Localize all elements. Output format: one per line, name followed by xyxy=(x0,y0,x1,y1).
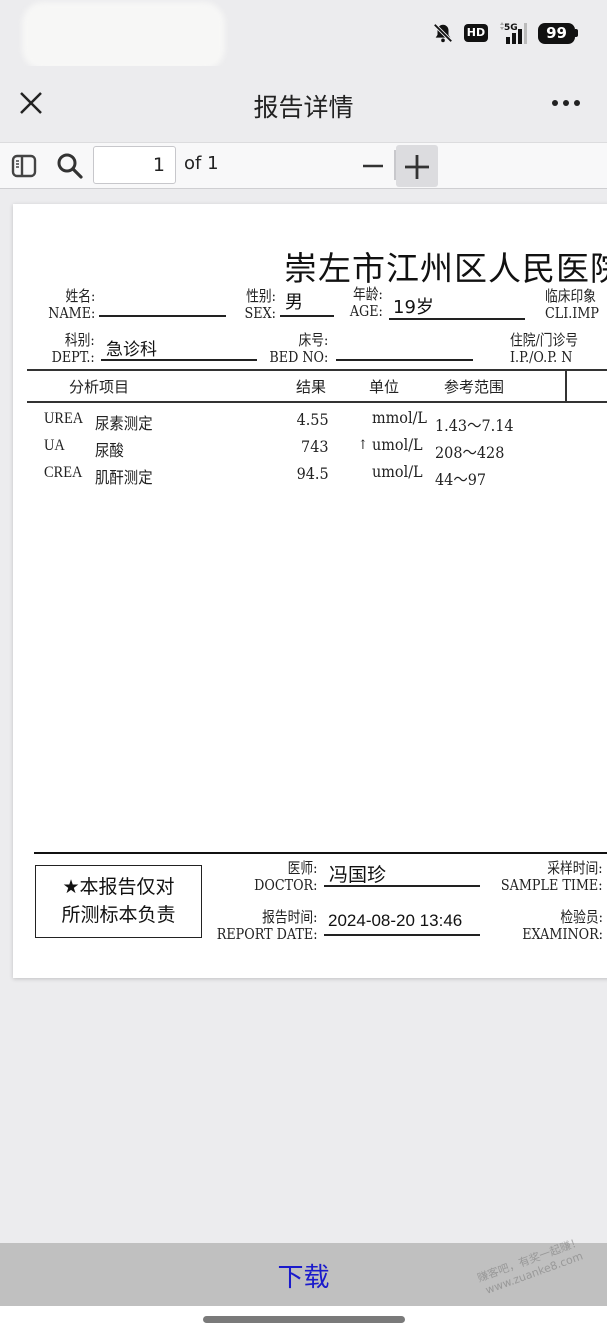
row-result: 4.55 xyxy=(296,410,329,429)
download-bar: 下载 赚客吧，有奖一起赚！ www.zuanke8.com xyxy=(0,1235,607,1306)
sex-underline xyxy=(280,315,334,317)
ipop-label-cn: 住院/门诊号 xyxy=(510,331,579,349)
ipop-label-en: I.P./O.P. N xyxy=(510,348,573,366)
row-name: 尿素测定 xyxy=(95,414,153,433)
age-value: 19岁 xyxy=(393,297,434,318)
name-label-cn: 姓名: xyxy=(65,287,95,305)
name-label: 姓名: NAME: xyxy=(48,288,95,322)
clinical-impression-label: 临床印象 CLI.IMP xyxy=(545,288,599,322)
column-header-unit: 单位 xyxy=(369,378,400,396)
dept-underline xyxy=(101,359,257,361)
bed-label-en: BED NO: xyxy=(269,348,328,366)
home-bar-area xyxy=(0,1306,607,1334)
dept-value: 急诊科 xyxy=(106,340,157,360)
clinical-label-cn: 临床印象 xyxy=(545,287,597,305)
table-header-rule xyxy=(27,401,607,403)
ipop-label: 住院/门诊号 I.P./O.P. N xyxy=(510,332,578,366)
sex-label-en: SEX: xyxy=(244,304,276,322)
report-date-label: 报告时间: REPORT DATE: xyxy=(216,909,317,943)
row-code: UA xyxy=(44,437,65,454)
examiner-label-en: EXAMINOR: xyxy=(522,925,603,943)
doctor-underline xyxy=(324,885,480,887)
age-label-cn: 年龄: xyxy=(353,285,383,303)
row-result: 94.5 xyxy=(296,464,329,483)
row-name: 尿酸 xyxy=(95,441,124,460)
sample-time-label: 采样时间: SAMPLE TIME: xyxy=(501,860,603,894)
hd-icon: HD xyxy=(463,24,489,42)
report-date-underline xyxy=(324,934,480,936)
row-reference: 44～97 xyxy=(435,470,487,489)
row-reference: 1.43～7.14 xyxy=(435,416,514,435)
name-label-en: NAME: xyxy=(47,304,95,322)
age-underline xyxy=(389,318,525,320)
sex-label: 性别: SEX: xyxy=(245,288,276,322)
doctor-label-cn: 医师: xyxy=(287,859,317,877)
battery-icon: 99 xyxy=(538,22,578,44)
disclaimer-box: ★本报告仅对 所测标本负责 xyxy=(35,865,202,938)
page-title: 报告详情 xyxy=(253,93,354,122)
column-header-reference: 参考范围 xyxy=(444,378,505,396)
report-date-label-cn: 报告时间: xyxy=(261,908,317,926)
more-icon[interactable] xyxy=(549,90,583,116)
age-label-en: AGE: xyxy=(349,302,383,320)
row-unit: mmol/L xyxy=(372,408,427,427)
examiner-label: 检验员: EXAMINOR: xyxy=(522,909,603,943)
row-reference: 208～428 xyxy=(435,443,505,462)
row-name: 肌酐测定 xyxy=(95,468,153,487)
screen: HD 5G 99 报告详情 1 of 1 崇左市江州区人民医院 姓名: NAME… xyxy=(0,0,607,1334)
table-top-rule xyxy=(27,369,607,371)
status-icons: HD 5G 99 xyxy=(432,20,578,46)
row-result: 743 xyxy=(301,437,329,456)
column-header-result: 结果 xyxy=(296,378,327,396)
doctor-label: 医师: DOCTOR: xyxy=(254,860,317,894)
pdf-page: 崇左市江州区人民医院 姓名: NAME: 性别: SEX: 男 年龄: AGE:… xyxy=(13,204,607,978)
page-total-label: of 1 xyxy=(184,153,219,174)
sex-value: 男 xyxy=(285,292,303,313)
disclaimer-line-2: 所测标本负责 xyxy=(61,904,176,926)
sidebar-toggle-icon[interactable] xyxy=(10,153,38,179)
name-underline xyxy=(99,315,226,317)
redacted-area xyxy=(22,2,225,70)
zoom-in-button[interactable] xyxy=(396,145,438,187)
high-flag-icon: ↑ xyxy=(358,438,368,453)
report-date-value: 2024-08-20 13:46 xyxy=(328,911,463,930)
report-date-label-en: REPORT DATE: xyxy=(216,925,317,943)
bed-label: 床号: BED NO: xyxy=(269,332,328,366)
doctor-label-en: DOCTOR: xyxy=(253,876,317,894)
column-header-item: 分析项目 xyxy=(69,378,130,396)
sample-time-label-cn: 采样时间: xyxy=(547,859,603,877)
dept-label: 科别: DEPT.: xyxy=(52,332,95,366)
search-icon[interactable] xyxy=(55,151,85,181)
status-bar: HD 5G 99 xyxy=(0,0,607,70)
row-unit: umol/L xyxy=(372,462,423,481)
hospital-name: 崇左市江州区人民医院 xyxy=(284,249,607,288)
bed-label-cn: 床号: xyxy=(298,331,328,349)
document-viewer[interactable]: 崇左市江州区人民医院 姓名: NAME: 性别: SEX: 男 年龄: AGE:… xyxy=(0,190,607,1243)
doctor-value: 冯国珍 xyxy=(329,864,387,886)
bed-underline xyxy=(336,359,473,361)
row-unit: umol/L xyxy=(372,435,423,454)
footer-rule xyxy=(34,852,607,854)
dept-label-en: DEPT.: xyxy=(51,348,95,366)
pdf-toolbar: of 1 xyxy=(0,142,607,189)
clinical-label-en: CLI.IMP xyxy=(545,304,599,322)
sample-time-label-en: SAMPLE TIME: xyxy=(501,876,603,894)
home-indicator[interactable] xyxy=(203,1316,405,1323)
column-divider xyxy=(565,370,567,402)
row-code: UREA xyxy=(44,410,84,427)
bell-muted-icon xyxy=(433,23,453,43)
age-label: 年龄: AGE: xyxy=(350,286,383,320)
page-number-input[interactable] xyxy=(93,146,176,184)
dept-label-cn: 科别: xyxy=(65,331,95,349)
row-code: CREA xyxy=(44,464,83,481)
disclaimer-line-1: ★本报告仅对 xyxy=(62,876,175,898)
zoom-out-button[interactable] xyxy=(357,149,389,181)
examiner-label-cn: 检验员: xyxy=(560,908,603,926)
sex-label-cn: 性别: xyxy=(246,287,276,305)
svg-text:5G: 5G xyxy=(504,23,518,33)
5g-signal-icon: 5G xyxy=(500,22,528,44)
nav-bar: 报告详情 xyxy=(0,66,607,142)
